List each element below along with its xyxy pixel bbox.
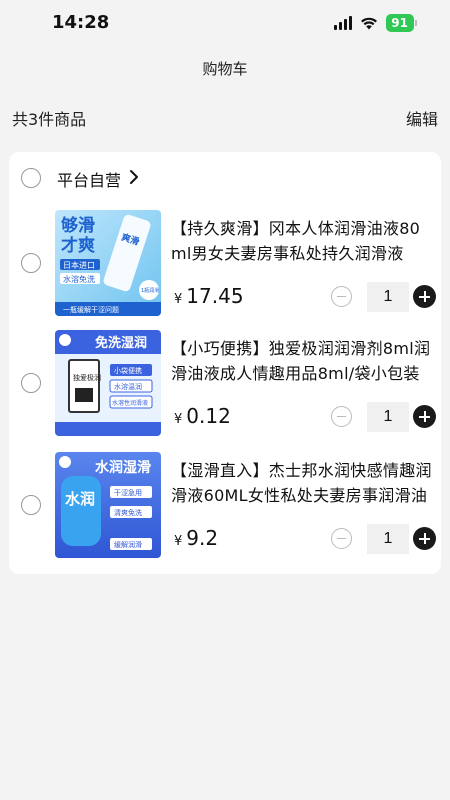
thumb-text: 一瓶缓解干涩问题 — [63, 305, 119, 314]
price-value: 17.45 — [186, 284, 244, 308]
battery-icon: 91 — [386, 14, 417, 32]
thumb-text: 水溶温润 — [114, 382, 142, 391]
product-image[interactable]: 水润湿滑 水润 干涩急用 清爽免洗 缓解润滑 — [55, 452, 161, 558]
page-title: 购物车 — [202, 60, 248, 78]
product-title[interactable]: 【小巧便携】独爱极润润滑剂8ml润滑油液成人情趣用品8ml/袋小包装 — [171, 336, 433, 386]
item-select-radio[interactable] — [21, 495, 41, 515]
price-value: 9.2 — [186, 526, 219, 550]
store-select-radio[interactable] — [21, 168, 41, 188]
thumb-text: 1瓶润滑 — [141, 287, 159, 294]
thumb-text: 小袋便携 — [114, 366, 142, 375]
thumb-text: 水润湿滑 — [95, 459, 151, 476]
item-select-radio[interactable] — [21, 253, 41, 273]
quantity-stepper — [329, 402, 436, 432]
quantity-input[interactable] — [367, 524, 409, 554]
thumb-text: 水润 — [65, 490, 95, 508]
thumb-text: 水溶性润滑液 — [112, 399, 148, 407]
product-image[interactable]: 免洗湿润 独爱极润 小袋便携 水溶温润 水溶性润滑液 — [55, 330, 161, 436]
product-price: ¥9.2 — [174, 526, 218, 550]
chevron-right-icon[interactable] — [129, 169, 139, 185]
price-value: 0.12 — [186, 404, 231, 428]
minus-icon[interactable] — [331, 528, 352, 549]
item-select-radio[interactable] — [21, 373, 41, 393]
cart-item: 免洗湿润 独爱极润 小袋便携 水溶温润 水溶性润滑液 【小巧便携】独爱极润润滑剂… — [9, 330, 441, 440]
plus-icon[interactable] — [413, 285, 436, 308]
cart-card: 平台自营 够滑 才爽 日本进口 水溶免洗 爽滑 1瓶润滑 一瓶缓解干涩问题 【持… — [9, 152, 441, 574]
summary-bar: 共3件商品 编辑 — [0, 104, 450, 130]
minus-icon[interactable] — [331, 406, 352, 427]
plus-icon[interactable] — [413, 527, 436, 550]
thumb-text: 清爽免洗 — [114, 508, 142, 517]
thumb-text: 免洗湿润 — [95, 335, 147, 351]
cart-item: 水润湿滑 水润 干涩急用 清爽免洗 缓解润滑 【湿滑直入】杰士邦水润快感情趣润滑… — [9, 452, 441, 562]
currency-symbol: ¥ — [174, 412, 183, 427]
minus-icon[interactable] — [331, 286, 352, 307]
store-header[interactable]: 平台自营 — [9, 152, 441, 204]
quantity-input[interactable] — [367, 402, 409, 432]
product-title[interactable]: 【持久爽滑】冈本人体润滑油液80ml男女夫妻房事私处持久润滑液 — [171, 216, 433, 266]
status-time: 14:28 — [52, 12, 110, 33]
thumb-text: 够滑 — [60, 215, 95, 236]
product-image[interactable]: 够滑 才爽 日本进口 水溶免洗 爽滑 1瓶润滑 一瓶缓解干涩问题 — [55, 210, 161, 316]
plus-icon[interactable] — [413, 405, 436, 428]
currency-symbol: ¥ — [174, 292, 183, 307]
item-count: 共3件商品 — [12, 110, 87, 129]
quantity-stepper — [329, 282, 436, 312]
thumb-text: 水溶免洗 — [63, 274, 95, 284]
cart-item: 够滑 才爽 日本进口 水溶免洗 爽滑 1瓶润滑 一瓶缓解干涩问题 【持久爽滑】冈… — [9, 210, 441, 320]
currency-symbol: ¥ — [174, 534, 183, 549]
thumb-text: 独爱极润 — [73, 373, 101, 382]
thumb-text: 干涩急用 — [114, 488, 142, 497]
wifi-icon — [360, 16, 378, 30]
edit-button[interactable]: 编辑 — [406, 106, 438, 130]
product-price: ¥0.12 — [174, 404, 231, 428]
status-icons: 91 — [334, 14, 417, 32]
thumb-text: 才爽 — [61, 235, 95, 256]
status-bar: 14:28 91 — [0, 0, 450, 44]
quantity-stepper — [329, 524, 436, 554]
thumb-text: 日本进口 — [63, 260, 95, 270]
quantity-input[interactable] — [367, 282, 409, 312]
product-title[interactable]: 【湿滑直入】杰士邦水润快感情趣润滑液60ML女性私处夫妻房事润滑油 — [171, 458, 433, 508]
cellular-signal-icon — [334, 16, 353, 30]
store-name[interactable]: 平台自营 — [57, 167, 121, 191]
thumb-text: 缓解润滑 — [114, 540, 142, 549]
product-price: ¥17.45 — [174, 284, 244, 308]
